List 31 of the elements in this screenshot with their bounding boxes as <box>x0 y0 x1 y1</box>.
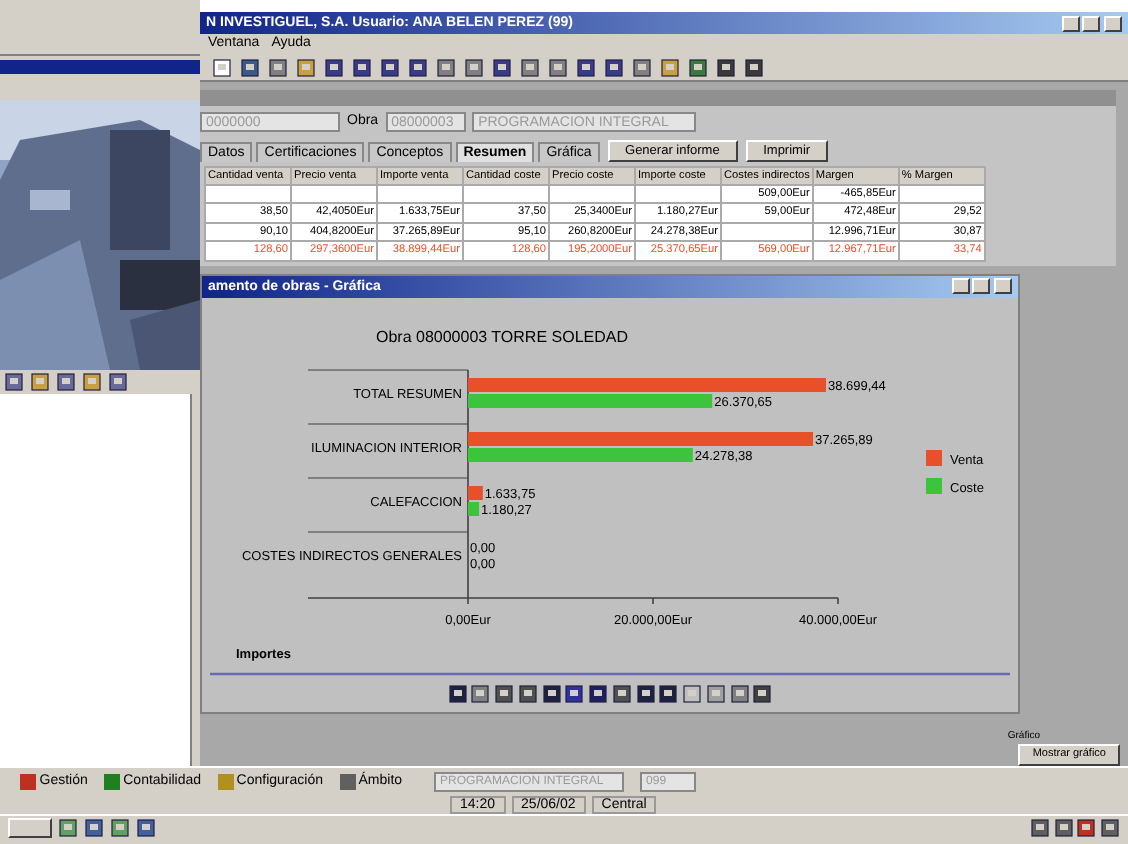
start-button[interactable] <box>8 817 52 837</box>
chart-tool-icon[interactable] <box>611 683 632 703</box>
tray-icon[interactable] <box>1029 817 1050 837</box>
maximize-button[interactable] <box>972 278 991 294</box>
chart-tool-icon[interactable] <box>635 683 656 703</box>
chart-tool-icon[interactable] <box>564 683 585 703</box>
chart-tool-icon[interactable] <box>517 683 538 703</box>
chart-tool-icon[interactable] <box>541 683 562 703</box>
chart-title: Obra 08000003 TORRE SOLEDAD <box>376 327 628 345</box>
chart-tool-icon[interactable] <box>447 683 468 703</box>
chart-tool-icon[interactable] <box>752 683 773 703</box>
minimize-button[interactable] <box>951 278 969 294</box>
chart-tool-icon[interactable] <box>729 683 750 703</box>
chart-tool-icon[interactable] <box>470 683 491 703</box>
chart-tool-icon[interactable] <box>494 683 515 703</box>
module-icon <box>339 774 355 790</box>
close-button[interactable] <box>1104 15 1122 32</box>
module-icon <box>103 774 120 790</box>
legend-swatch <box>926 477 942 493</box>
legend-swatch <box>926 449 942 465</box>
close-button[interactable] <box>994 278 1012 294</box>
tray-icon[interactable] <box>1053 817 1073 837</box>
module-icon <box>20 774 36 790</box>
tray-icon[interactable] <box>1100 817 1120 837</box>
chart-tool-icon[interactable] <box>705 683 726 703</box>
module-icon <box>217 774 234 790</box>
chart-tool-icon[interactable] <box>588 683 609 703</box>
maximize-button[interactable] <box>1082 15 1101 32</box>
minimize-button[interactable] <box>1061 15 1079 32</box>
tray-icon[interactable] <box>1076 817 1097 837</box>
chart-tool-icon[interactable] <box>658 683 679 703</box>
